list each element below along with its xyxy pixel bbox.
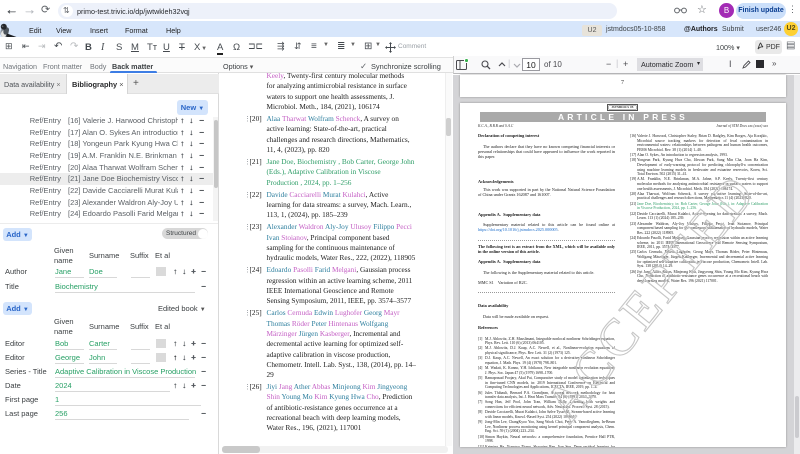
svg-text:ACCEPTED: ACCEPTED bbox=[534, 163, 768, 433]
